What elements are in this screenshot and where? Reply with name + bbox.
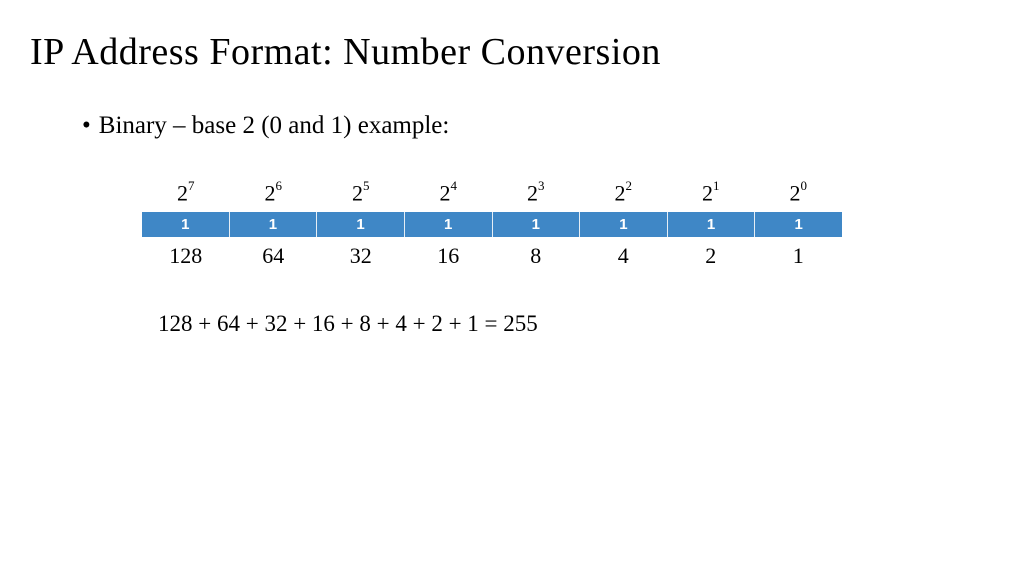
power-cell: 23 — [492, 180, 580, 206]
power-cell: 20 — [755, 180, 843, 206]
values-row: 128 64 32 16 8 4 2 1 — [142, 243, 842, 269]
power-cell: 27 — [142, 180, 230, 206]
value-cell: 64 — [230, 243, 318, 269]
value-cell: 4 — [580, 243, 668, 269]
value-cell: 2 — [667, 243, 755, 269]
power-cell: 26 — [230, 180, 318, 206]
value-cell: 32 — [317, 243, 405, 269]
bit-cell: 1 — [668, 212, 756, 237]
bits-row: 1 1 1 1 1 1 1 1 — [142, 212, 842, 237]
bit-cell: 1 — [230, 212, 318, 237]
value-cell: 128 — [142, 243, 230, 269]
bit-cell: 1 — [580, 212, 668, 237]
bit-cell: 1 — [493, 212, 581, 237]
power-cell: 25 — [317, 180, 405, 206]
sum-equation: 128 + 64 + 32 + 16 + 8 + 4 + 2 + 1 = 255 — [158, 311, 994, 337]
bit-cell: 1 — [405, 212, 493, 237]
bullet-text: Binary – base 2 (0 and 1) example: — [99, 112, 450, 139]
bit-cell: 1 — [755, 212, 842, 237]
bullet-point: • Binary – base 2 (0 and 1) example: — [82, 112, 994, 140]
power-cell: 21 — [667, 180, 755, 206]
bit-cell: 1 — [317, 212, 405, 237]
power-cell: 22 — [580, 180, 668, 206]
bit-cell: 1 — [142, 212, 230, 237]
binary-table: 27 26 25 24 23 22 21 20 1 1 1 1 1 1 1 1 … — [142, 180, 842, 269]
power-cell: 24 — [405, 180, 493, 206]
value-cell: 8 — [492, 243, 580, 269]
bullet-icon: • — [82, 112, 91, 140]
value-cell: 1 — [755, 243, 843, 269]
value-cell: 16 — [405, 243, 493, 269]
powers-row: 27 26 25 24 23 22 21 20 — [142, 180, 842, 206]
slide-title: IP Address Format: Number Conversion — [30, 30, 994, 74]
